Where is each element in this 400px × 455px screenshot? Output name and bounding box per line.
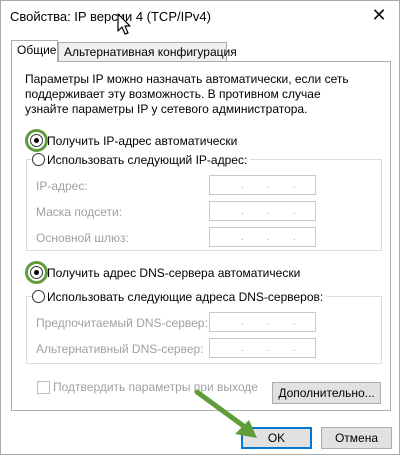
default-gateway-input: ... [209,227,316,247]
subnet-mask-label: Маска подсети: [36,205,123,219]
dns-manual-label[interactable]: Использовать следующие адреса DNS-сервер… [47,290,327,304]
dns-auto-label[interactable]: Получить адрес DNS-сервера автоматически [47,266,300,280]
cancel-button[interactable]: Отмена [321,427,392,449]
radio-ip-auto[interactable] [30,134,43,147]
window-title: Свойства: IP версии 4 (TCP/IPv4) [10,9,211,24]
description-text: Параметры IP можно назначать автоматичес… [25,72,349,116]
tcp-ipv4-properties-window: Свойства: IP версии 4 (TCP/IPv4) ✕ Общие… [0,0,400,455]
preferred-dns-label: Предпочитаемый DNS-сервер: [36,316,208,330]
alternate-dns-label: Альтернативный DNS-сервер: [36,342,204,356]
radio-dns-manual[interactable] [32,290,45,303]
radio-ip-manual[interactable] [32,153,45,166]
close-icon: ✕ [371,5,387,26]
close-button[interactable]: ✕ [367,5,391,27]
subnet-mask-input: ... [209,201,316,221]
preferred-dns-input: ... [209,312,316,332]
alternate-dns-input: ... [209,338,316,358]
advanced-button[interactable]: Дополнительно... [272,382,381,404]
tab-alternative-configuration[interactable]: Альтернативная конфигурация [58,42,237,61]
ip-address-input: ... [209,175,316,195]
ip-auto-label[interactable]: Получить IP-адрес автоматически [47,134,237,148]
title-bar: Свойства: IP версии 4 (TCP/IPv4) ✕ [1,1,399,32]
mouse-cursor-icon [117,13,131,35]
radio-dns-auto[interactable] [30,266,43,279]
tab-strip: Общие Альтернативная конфигурация [11,40,391,62]
ip-manual-label[interactable]: Использовать следующий IP-адрес: [47,153,251,167]
tab-general[interactable]: Общие [11,40,58,62]
ip-address-label: IP-адрес: [36,179,88,193]
validate-on-exit-checkbox[interactable] [37,381,50,394]
default-gateway-label: Основной шлюз: [36,231,129,245]
pointer-arrow-icon [194,389,257,438]
